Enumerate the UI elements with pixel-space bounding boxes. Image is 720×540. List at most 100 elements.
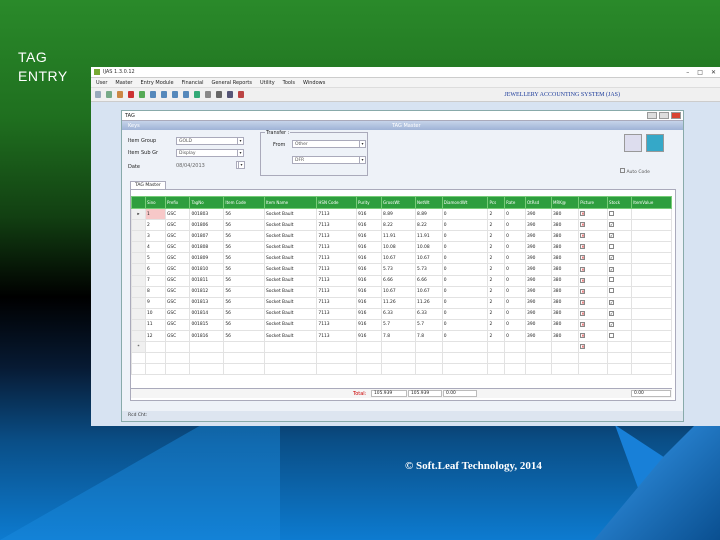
table-cell[interactable]: 390 [525, 230, 552, 243]
table-cell[interactable]: 916 [356, 274, 383, 287]
table-cell[interactable]: 380 [550, 219, 580, 232]
menu-item-master[interactable]: Master [115, 80, 132, 86]
table-cell[interactable]: 5.7 [415, 318, 443, 332]
remove-icon[interactable]: ✕ [580, 299, 586, 305]
exit-icon[interactable] [238, 91, 244, 98]
table-cell[interactable] [504, 341, 527, 354]
table-row[interactable]: 10 GSC 001814 56 Socket Bault 7113 916 6.33 6.33… [131, 307, 672, 320]
menu-item-financial[interactable]: Financial [182, 80, 204, 86]
table-cell[interactable]: 10.67 [415, 252, 443, 265]
table-cell[interactable]: 0 [441, 274, 489, 287]
item-group-select[interactable]: GOLD ▾ [176, 137, 244, 145]
table-cell[interactable]: 56 [223, 307, 265, 320]
picture-cell[interactable]: ✕ [578, 219, 609, 232]
table-cell[interactable]: 001811 [189, 274, 225, 287]
table-cell[interactable]: 916 [356, 330, 383, 343]
table-cell[interactable]: 10.08 [381, 241, 417, 254]
table-cell[interactable]: 5.73 [415, 263, 443, 276]
column-header[interactable]: HSN Code [316, 196, 358, 209]
remove-icon[interactable]: ✕ [580, 211, 586, 217]
table-cell[interactable]: 380 [550, 330, 580, 343]
table-cell[interactable]: 2 [487, 285, 506, 298]
close-icon[interactable]: ✕ [711, 69, 716, 76]
stock-checkbox[interactable]: ✓ [609, 310, 615, 316]
table-cell[interactable]: 7113 [316, 241, 358, 254]
row-header[interactable]: ▸ [131, 207, 146, 221]
table-cell[interactable]: 56 [223, 263, 265, 276]
row-header[interactable] [131, 318, 146, 332]
table-cell[interactable] [415, 341, 443, 354]
printer-icon[interactable] [624, 134, 642, 152]
table-cell[interactable]: 0 [441, 296, 489, 309]
table-cell[interactable]: 2 [487, 318, 506, 332]
table-row[interactable]: 6 GSC 001810 56 Socket Bault 7113 916 5.73 5.73 0… [131, 263, 672, 276]
table-cell[interactable]: 916 [356, 219, 383, 232]
table-cell[interactable]: 2 [145, 219, 166, 232]
stock-cell[interactable]: ✓ [607, 296, 633, 309]
table-cell[interactable]: 3 [145, 230, 166, 243]
remove-icon[interactable]: ✕ [580, 321, 586, 327]
table-cell[interactable]: 001809 [189, 252, 225, 265]
row-header[interactable] [131, 307, 146, 320]
table-cell[interactable]: 380 [550, 307, 580, 320]
stock-cell[interactable] [607, 341, 633, 354]
table-cell[interactable]: 916 [356, 241, 383, 254]
table-cell[interactable] [631, 285, 672, 298]
table-cell[interactable]: 390 [525, 285, 552, 298]
table-cell[interactable]: 7113 [316, 219, 358, 232]
remove-icon[interactable]: ✕ [580, 266, 586, 272]
remove-icon[interactable]: ✕ [580, 344, 586, 350]
table-cell[interactable]: 56 [223, 285, 265, 298]
table-cell[interactable] [487, 341, 506, 354]
table-cell[interactable]: GSC [164, 219, 191, 232]
table-cell[interactable]: Socket Bault [263, 207, 318, 221]
table-cell[interactable]: 7113 [316, 263, 358, 276]
table-cell[interactable]: 916 [356, 263, 383, 276]
table-cell[interactable]: 5.73 [381, 263, 417, 276]
table-cell[interactable]: 56 [223, 230, 265, 243]
from-select[interactable]: Other ▾ [292, 140, 366, 148]
print-icon[interactable] [216, 91, 222, 98]
column-header[interactable]: Rate [504, 196, 527, 209]
minimize-icon[interactable]: – [686, 69, 689, 76]
table-cell[interactable]: 2 [487, 307, 506, 320]
table-cell[interactable] [631, 219, 672, 232]
table-cell[interactable]: GSC [164, 318, 191, 332]
table-cell[interactable]: 0 [504, 252, 527, 265]
column-header[interactable]: ItemValue [631, 196, 672, 209]
stock-cell[interactable]: ✓ [607, 219, 633, 232]
table-row[interactable]: 3 GSC 001807 56 Socket Bault 7113 916 11.91 11.9… [131, 230, 672, 243]
table-cell[interactable]: 7113 [316, 330, 358, 343]
table-cell[interactable]: 0 [504, 274, 527, 287]
table-cell[interactable]: 916 [356, 296, 383, 309]
column-header[interactable]: Purity [356, 196, 383, 209]
table-cell[interactable] [631, 263, 672, 276]
save-icon[interactable] [139, 91, 145, 98]
table-cell[interactable]: 7113 [316, 207, 358, 221]
table-cell[interactable]: 6.66 [381, 274, 417, 287]
menu-item-utility[interactable]: Utility [260, 80, 275, 86]
table-cell[interactable] [381, 341, 417, 354]
table-cell[interactable]: 1 [145, 207, 166, 221]
table-cell[interactable]: Socket Bault [263, 263, 318, 276]
table-cell[interactable]: 2 [487, 252, 506, 265]
stock-cell[interactable]: ✓ [607, 307, 633, 320]
table-cell[interactable]: 8 [145, 285, 166, 298]
table-cell[interactable]: 56 [223, 207, 265, 221]
table-cell[interactable]: 0 [504, 219, 527, 232]
table-cell[interactable] [145, 341, 166, 354]
table-cell[interactable]: 10 [145, 307, 166, 320]
child-minimize-icon[interactable] [647, 112, 657, 119]
table-cell[interactable]: 916 [356, 252, 383, 265]
table-cell[interactable]: 001806 [189, 219, 225, 232]
row-header[interactable] [131, 285, 146, 298]
table-cell[interactable] [631, 318, 672, 332]
picture-cell[interactable]: ✕ [578, 318, 609, 332]
stock-checkbox[interactable]: ✓ [609, 255, 615, 261]
date-value[interactable]: 08/04/2013 [176, 163, 205, 169]
table-cell[interactable]: 0 [504, 330, 527, 343]
child-restore-icon[interactable] [659, 112, 669, 119]
menu-item-entry-module[interactable]: Entry Module [140, 80, 173, 86]
column-header[interactable] [131, 196, 146, 209]
table-cell[interactable]: 0 [504, 263, 527, 276]
